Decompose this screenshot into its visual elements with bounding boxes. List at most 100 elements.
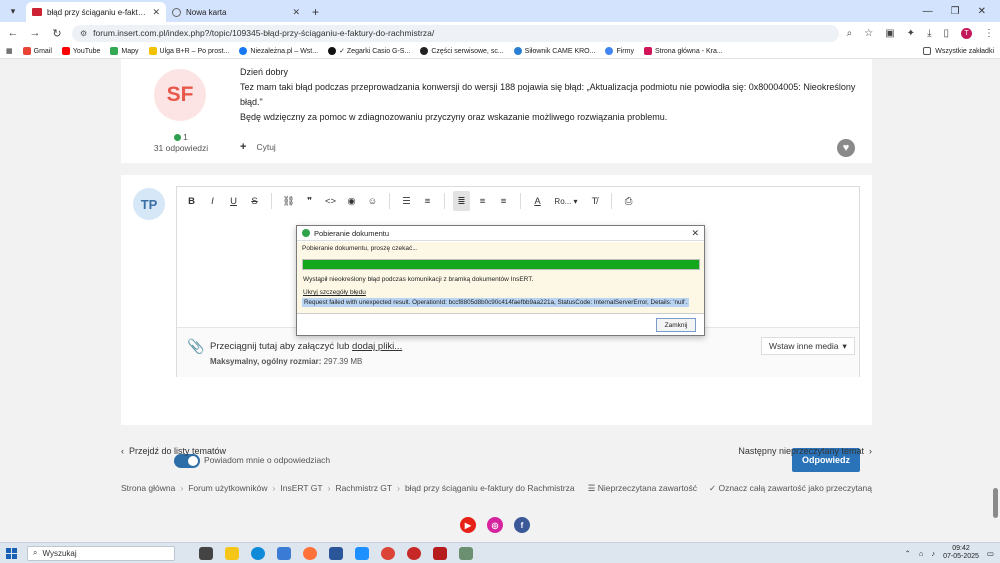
numbered-list-icon[interactable]: ≡ — [419, 191, 436, 211]
bullet-list-icon[interactable]: ☰ — [398, 191, 415, 211]
bookmark-firmy[interactable]: Firmy — [605, 47, 634, 55]
restore-icon[interactable]: ❐ — [951, 6, 960, 17]
insert-app-icon[interactable] — [459, 546, 473, 560]
minimize-icon[interactable]: — — [923, 6, 933, 17]
firefox-icon[interactable] — [303, 546, 317, 560]
strikethrough-icon[interactable]: S — [246, 191, 263, 211]
mark-read-link[interactable]: ✓ Oznacz całą zawartość jako przeczytaną — [709, 483, 872, 494]
file-explorer-icon[interactable] — [225, 546, 239, 560]
app-icon[interactable] — [329, 546, 343, 560]
apps-grid-icon[interactable]: ▦ — [6, 47, 13, 55]
breadcrumb-item[interactable]: Rachmistrz GT — [335, 483, 392, 493]
scrollbar-thumb[interactable] — [993, 488, 998, 518]
preview-icon[interactable]: ⎙ — [620, 191, 637, 211]
task-view-icon[interactable] — [199, 546, 213, 560]
bookmark-strona[interactable]: Strona główna - Kra... — [643, 47, 723, 55]
site-icon — [328, 47, 337, 55]
quote-icon[interactable]: ❞ — [301, 191, 318, 211]
app-icon[interactable] — [355, 546, 369, 560]
underline-icon[interactable]: U — [225, 191, 242, 211]
bookmark-ulga[interactable]: Ulga B+R – Po prost... — [148, 47, 229, 55]
align-center-icon[interactable]: ≡ — [474, 191, 491, 211]
next-unread-link[interactable]: Następny nieprzeczytany temat › — [738, 446, 872, 456]
bold-icon[interactable]: B — [183, 191, 200, 211]
link-icon[interactable]: ⛓ — [280, 191, 297, 211]
align-left-icon[interactable]: ≣ — [453, 191, 470, 211]
tab-search-icon[interactable]: ▾ — [4, 2, 22, 20]
heart-icon[interactable]: ♥ — [837, 139, 855, 157]
add-files-link[interactable]: dodaj pliki... — [352, 341, 402, 352]
breadcrumb: Strona główna › Forum użytkowników › InsER… — [121, 483, 575, 493]
post-line: Tez mam taki błąd podczas przeprowadzani… — [240, 82, 856, 107]
author-avatar[interactable]: SF — [154, 69, 206, 121]
volume-icon[interactable]: ♪ — [931, 549, 935, 558]
extension-icon[interactable]: ▣ — [885, 28, 894, 39]
close-icon[interactable]: ✕ — [691, 228, 699, 239]
breadcrumb-item[interactable]: InsERT GT — [280, 483, 322, 493]
edge-icon[interactable] — [251, 546, 265, 560]
facebook-icon[interactable]: f — [514, 517, 530, 533]
font-select[interactable]: Ro... ▾ — [550, 191, 582, 211]
download-icon[interactable]: ⤓ — [927, 28, 931, 39]
tab-new[interactable]: Nowa karta ✕ — [166, 2, 306, 22]
bookmark-czesci[interactable]: Części serwisowe, sc... — [420, 47, 504, 55]
network-icon[interactable]: ⌂ — [919, 549, 924, 558]
tray-chevron-icon[interactable]: ⌃ — [905, 549, 911, 558]
site-info-icon[interactable]: ⚙ — [80, 29, 87, 38]
menu-icon[interactable]: ⋮ — [984, 28, 994, 39]
chrome-icon[interactable] — [381, 546, 395, 560]
quote-button[interactable]: Cytuj — [256, 142, 275, 152]
bookmark-casio[interactable]: ✓ Zegarki Casio G-S... — [328, 47, 410, 55]
tab-forum[interactable]: błąd przy ściąganiu e-faktury do ✕ — [26, 2, 166, 22]
unread-content-link[interactable]: ☰ Nieprzeczytana zawartość — [588, 483, 697, 494]
close-tab-icon[interactable]: ✕ — [152, 7, 160, 18]
new-tab-button[interactable]: + — [312, 5, 319, 19]
profile-avatar[interactable]: T — [961, 27, 972, 39]
text-color-icon[interactable]: A — [529, 191, 546, 211]
code-icon[interactable]: <> — [322, 191, 339, 211]
clock[interactable]: 09:42 07-05-2025 — [943, 545, 979, 561]
instagram-icon[interactable]: ◎ — [487, 517, 503, 533]
bookmark-maps[interactable]: Mapy — [110, 47, 139, 55]
store-icon[interactable] — [277, 546, 291, 560]
back-icon[interactable]: ← — [6, 27, 20, 39]
post-card: SF 1 31 odpowiedzi Dzień dobry Tez mam t… — [121, 59, 872, 163]
close-tab-icon[interactable]: ✕ — [292, 7, 300, 18]
windows-start-icon[interactable] — [6, 547, 17, 559]
bookmark-youtube[interactable]: YouTube — [61, 47, 100, 55]
url-field[interactable]: ⚙ forum.insert.com.pl/index.php?/topic/1… — [72, 24, 839, 42]
notification-icon[interactable]: ▭ — [987, 549, 994, 558]
gmail-icon — [22, 47, 31, 55]
spoiler-eye-icon[interactable]: ◉ — [343, 191, 360, 211]
bookmark-gmail[interactable]: Gmail — [22, 47, 52, 55]
taskbar-search[interactable]: ⌕ Wyszukaj — [27, 545, 175, 561]
align-right-icon[interactable]: ≡ — [495, 191, 512, 211]
zoom-icon[interactable]: ⌕ — [847, 28, 853, 39]
forward-icon[interactable]: → — [28, 27, 42, 39]
sidebar-icon[interactable]: ▯ — [943, 28, 949, 39]
back-to-topics-link[interactable]: ‹ Przejdź do listy tematów — [121, 446, 226, 456]
app-icon[interactable] — [433, 546, 447, 560]
bookmark-niezalezna[interactable]: Niezależna.pl – Wst... — [239, 47, 318, 55]
plus-icon[interactable]: + — [240, 141, 246, 153]
chrome-profile-icon[interactable] — [407, 546, 421, 560]
notify-toggle[interactable] — [174, 454, 200, 468]
close-dialog-button[interactable]: Zamknij — [656, 318, 696, 332]
close-window-icon[interactable]: ✕ — [978, 6, 986, 17]
clear-format-icon[interactable]: T̸ — [586, 191, 603, 211]
all-bookmarks[interactable]: Wszystkie zakładki — [923, 47, 994, 55]
emoji-icon[interactable]: ☺ — [364, 191, 381, 211]
reload-icon[interactable]: ↻ — [50, 27, 64, 40]
star-icon[interactable]: ☆ — [864, 28, 873, 39]
breadcrumb-item[interactable]: Strona główna — [121, 483, 175, 493]
hide-details-link[interactable]: Ukryj szczegóły błędu — [303, 289, 366, 296]
italic-icon[interactable]: I — [204, 191, 221, 211]
bookmark-silownik[interactable]: Siłownik CAME KRO... — [513, 47, 595, 55]
insert-media-button[interactable]: Wstaw inne media ▾ — [761, 337, 855, 355]
puzzle-icon[interactable]: ✦ — [907, 28, 915, 39]
youtube-icon[interactable]: ▶ — [460, 517, 476, 533]
breadcrumb-item[interactable]: Forum użytkowników — [188, 483, 267, 493]
error-details[interactable]: Request failed with unexpected result. O… — [302, 298, 690, 307]
page-scrollbar[interactable] — [992, 59, 1000, 542]
dialog-status: Pobieranie dokumentu, proszę czekać... — [302, 245, 418, 252]
